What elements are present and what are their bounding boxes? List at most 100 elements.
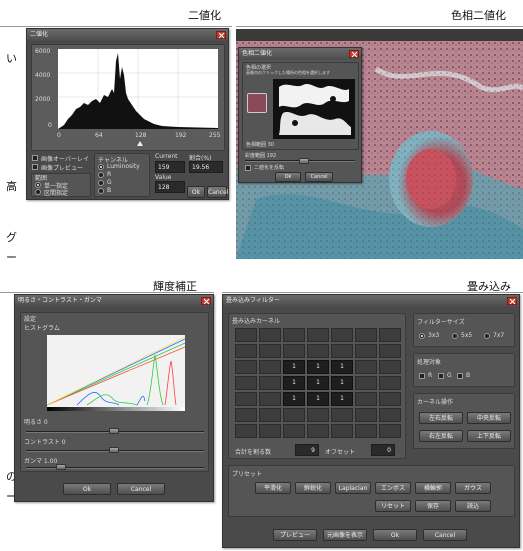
preset-button[interactable]: ガウス [455, 482, 491, 494]
overlay-checkbox[interactable] [32, 155, 38, 161]
kernel-cell[interactable] [235, 344, 257, 358]
kernel-cell[interactable]: 1 [283, 376, 305, 390]
size-3x3-radio[interactable] [419, 333, 425, 339]
convolution-titlebar[interactable]: 畳み込みフィルター [223, 295, 519, 307]
kernel-cell[interactable] [259, 344, 281, 358]
gamma-slider-track[interactable] [26, 467, 204, 469]
hue-range-slider-thumb[interactable] [299, 158, 309, 164]
kernel-cell[interactable] [307, 408, 329, 422]
kernel-cell[interactable] [379, 424, 401, 438]
kernel-cell[interactable] [283, 328, 305, 342]
show-original-button[interactable]: 元画像を表示 [323, 529, 367, 541]
region-single-radio[interactable] [35, 182, 41, 188]
kernel-cell[interactable] [307, 328, 329, 342]
size-5x5-radio[interactable] [452, 333, 458, 339]
close-icon[interactable] [349, 50, 359, 58]
ok-button[interactable]: Ok [63, 483, 111, 495]
kernel-cell[interactable]: 1 [307, 360, 329, 374]
kernel-cell[interactable] [355, 392, 377, 406]
kernel-cell[interactable] [331, 408, 353, 422]
kernel-cell[interactable] [307, 344, 329, 358]
kernel-cell[interactable] [235, 424, 257, 438]
target-g-checkbox[interactable] [438, 373, 444, 379]
target-b-checkbox[interactable] [457, 373, 463, 379]
preset-button[interactable]: 鮮鋭化 [295, 482, 331, 494]
kernel-cell[interactable] [283, 344, 305, 358]
ok-button[interactable]: Ok [373, 529, 417, 541]
brightness-titlebar[interactable]: 明るさ・コントラスト・ガンマ [15, 295, 213, 307]
divisor-field[interactable]: 9 [295, 444, 319, 456]
contrast-slider-thumb[interactable] [109, 447, 119, 453]
cancel-button[interactable]: Cancel [423, 529, 467, 541]
preset-button[interactable]: 平滑化 [255, 482, 291, 494]
kernel-cell[interactable] [235, 392, 257, 406]
threshold-marker[interactable] [137, 141, 143, 146]
cancel-button[interactable]: Cancel [207, 186, 228, 198]
kernel-cell[interactable] [379, 376, 401, 390]
kernel-cell[interactable] [379, 408, 401, 422]
kernel-cell[interactable] [355, 376, 377, 390]
kernel-cell[interactable] [331, 328, 353, 342]
kernel-op-button[interactable]: 右左反転 [419, 430, 463, 442]
kernel-cell[interactable]: 1 [307, 392, 329, 406]
kernel-cell[interactable] [379, 392, 401, 406]
ok-button[interactable]: Ok [275, 172, 301, 182]
preview-checkbox[interactable] [32, 164, 38, 170]
cancel-button[interactable]: Cancel [117, 483, 165, 495]
channel-luminosity-radio[interactable] [98, 164, 104, 170]
kernel-cell[interactable] [331, 424, 353, 438]
channel-g-radio[interactable] [98, 180, 104, 186]
channel-r-radio[interactable] [98, 172, 104, 178]
kernel-cell[interactable]: 1 [307, 376, 329, 390]
preset-load-button[interactable]: 読込 [455, 500, 491, 512]
preset-save-button[interactable]: 保存 [415, 500, 451, 512]
invert-checkbox[interactable] [245, 165, 251, 171]
gamma-slider-thumb[interactable] [56, 464, 66, 470]
value-field[interactable]: 128 [155, 181, 185, 193]
kernel-cell[interactable] [259, 408, 281, 422]
kernel-op-button[interactable]: 左右反転 [419, 412, 463, 424]
kernel-cell[interactable] [283, 424, 305, 438]
kernel-cell[interactable] [355, 360, 377, 374]
close-icon[interactable] [216, 31, 226, 39]
target-r-checkbox[interactable] [419, 373, 425, 379]
kernel-cell[interactable] [307, 424, 329, 438]
kernel-cell[interactable] [355, 344, 377, 358]
kernel-op-button[interactable]: 上下反転 [467, 430, 511, 442]
kernel-cell[interactable] [259, 376, 281, 390]
channel-b-radio[interactable] [98, 188, 104, 194]
ratio-field[interactable]: 19.56 [189, 161, 223, 173]
kernel-cell[interactable] [379, 360, 401, 374]
kernel-cell[interactable] [235, 408, 257, 422]
hue-titlebar[interactable]: 色相二値化 [239, 48, 361, 60]
kernel-op-button[interactable]: 中央反転 [467, 412, 511, 424]
preset-button[interactable]: 横輪郭 [415, 482, 451, 494]
kernel-cell[interactable] [235, 360, 257, 374]
kernel-cell[interactable]: 1 [283, 360, 305, 374]
kernel-cell[interactable] [331, 344, 353, 358]
offset-field[interactable]: 0 [371, 444, 395, 456]
kernel-cell[interactable]: 1 [331, 376, 353, 390]
kernel-cell[interactable] [379, 328, 401, 342]
kernel-cell[interactable]: 1 [283, 392, 305, 406]
kernel-cell[interactable] [283, 408, 305, 422]
size-7x7-radio[interactable] [484, 333, 490, 339]
brightness-slider-thumb[interactable] [109, 428, 119, 434]
preview-button[interactable]: プレビュー [273, 529, 317, 541]
close-icon[interactable] [507, 297, 517, 305]
kernel-cell[interactable] [235, 376, 257, 390]
binarize-titlebar[interactable]: 二値化 [27, 29, 228, 41]
kernel-cell[interactable] [235, 328, 257, 342]
preset-button[interactable]: エンボス [375, 482, 411, 494]
region-range-radio[interactable] [35, 189, 41, 195]
kernel-cell[interactable] [355, 408, 377, 422]
kernel-cell[interactable] [259, 360, 281, 374]
kernel-cell[interactable] [259, 392, 281, 406]
kernel-cell[interactable] [379, 344, 401, 358]
kernel-cell[interactable] [259, 424, 281, 438]
ok-button[interactable]: Ok [187, 186, 205, 198]
kernel-cell[interactable] [355, 328, 377, 342]
kernel-cell[interactable] [355, 424, 377, 438]
kernel-cell[interactable]: 1 [331, 360, 353, 374]
kernel-cell[interactable] [259, 328, 281, 342]
